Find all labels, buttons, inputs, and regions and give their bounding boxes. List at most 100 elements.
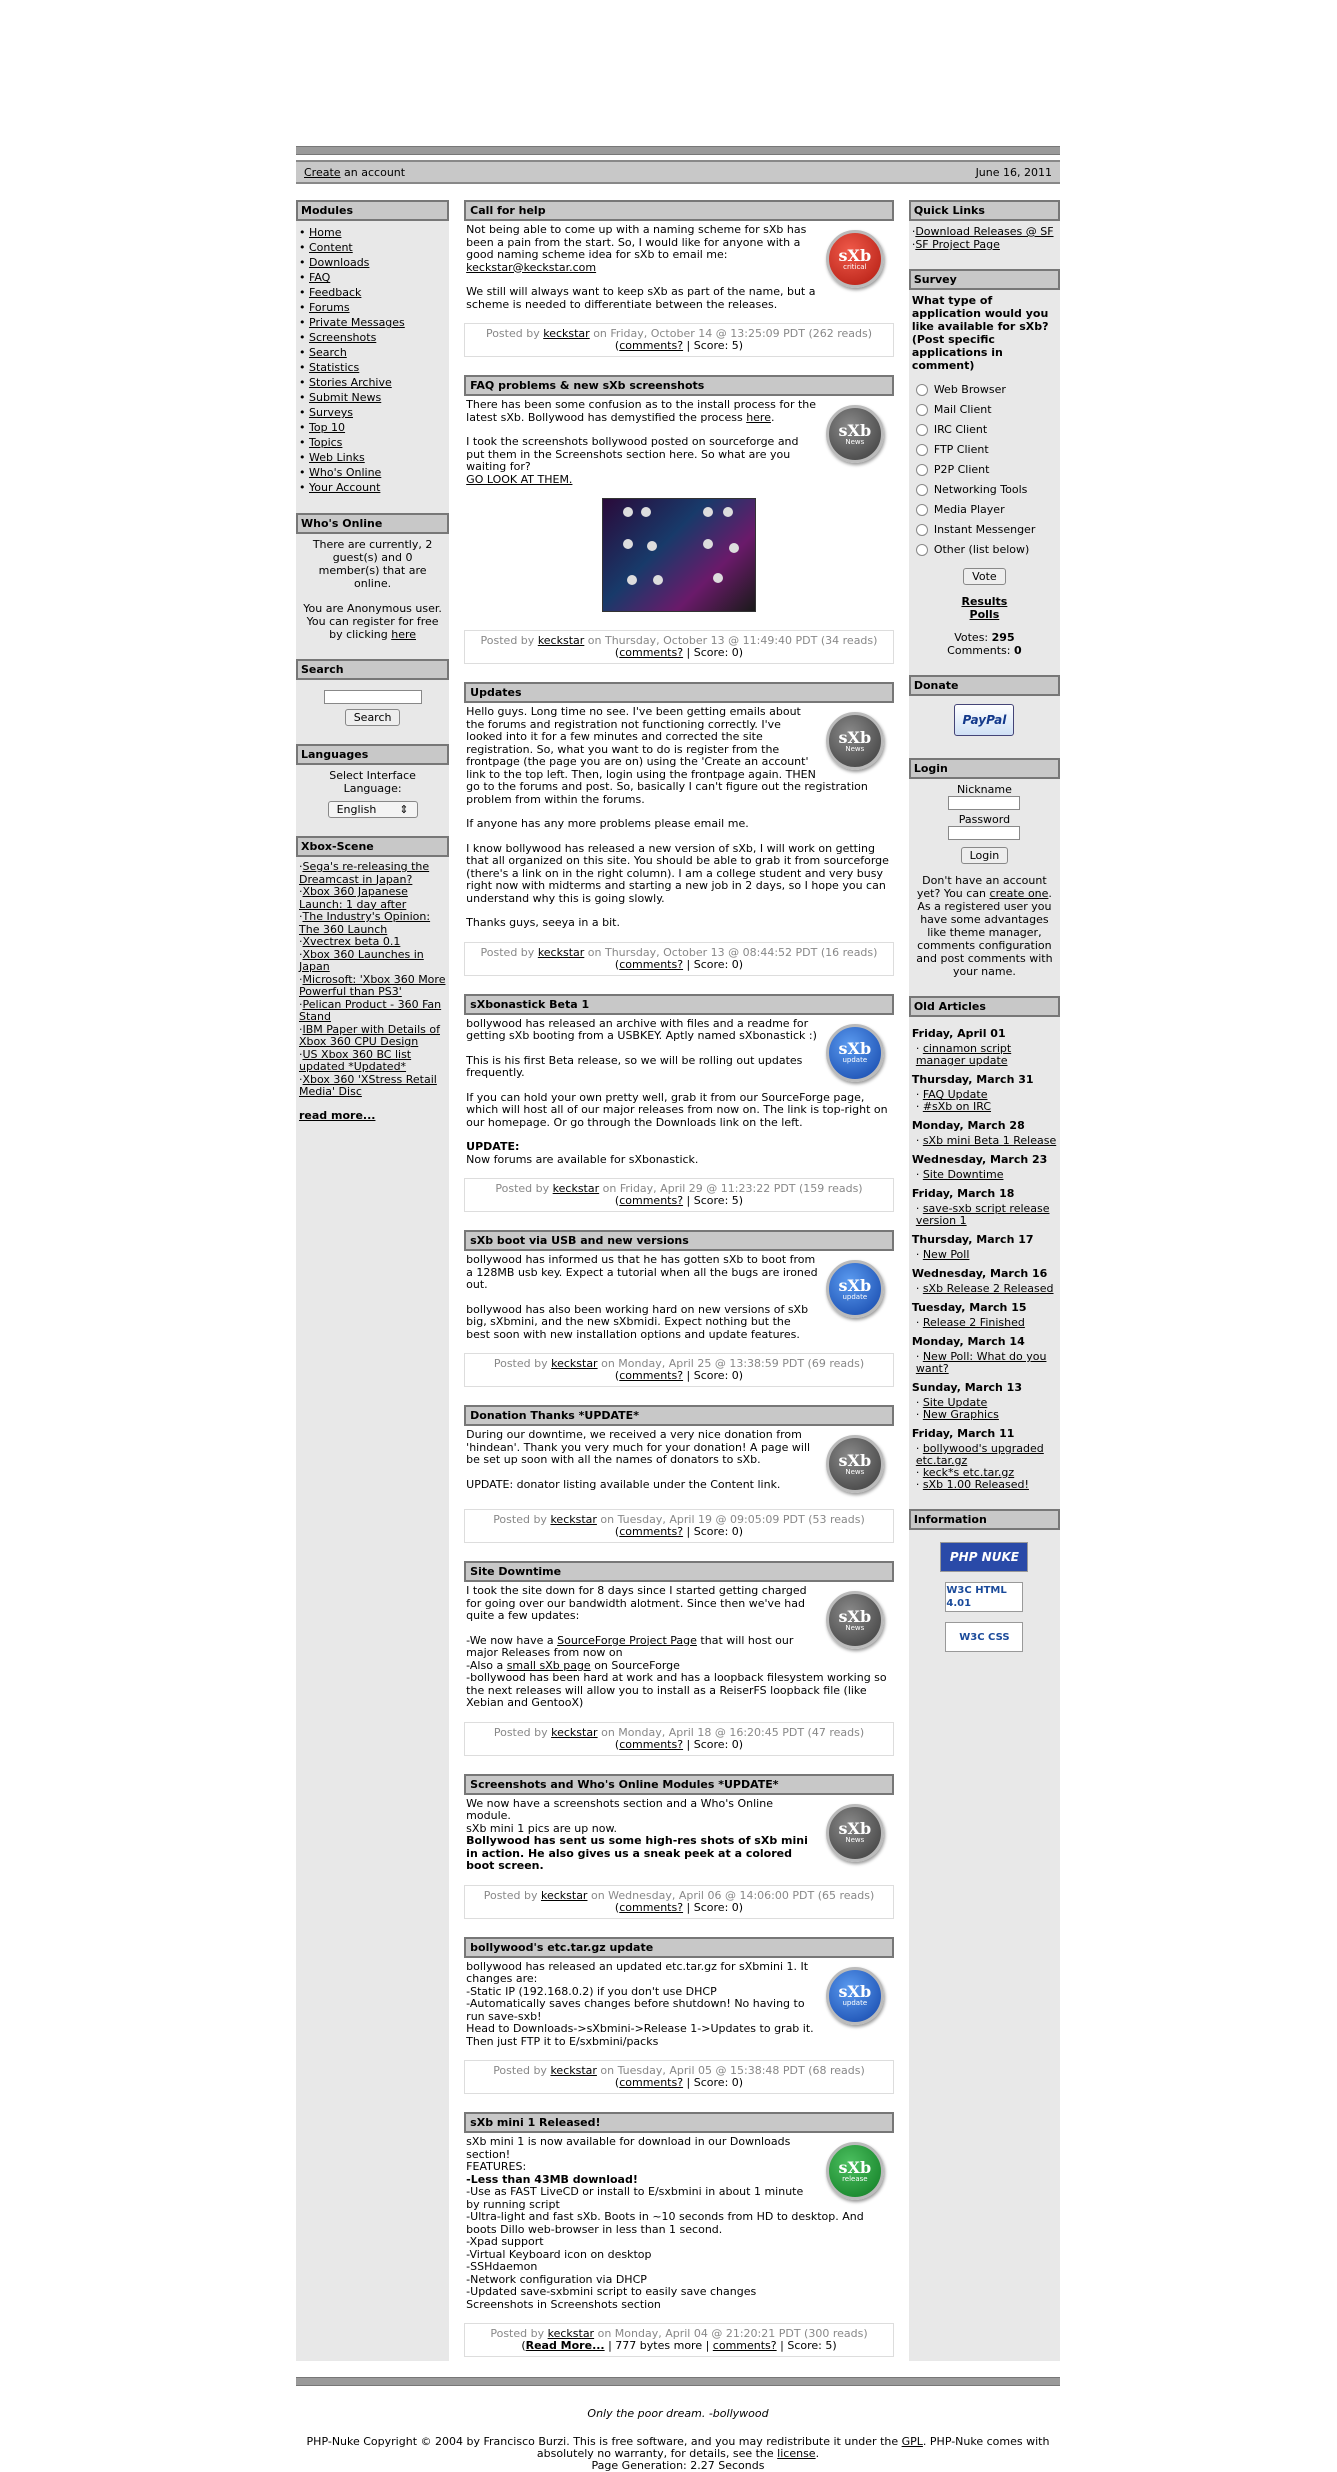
topic-update-icon[interactable]: sXb update [825,1260,884,1318]
comments-link[interactable]: comments? [619,1194,683,1207]
author-link[interactable]: keckstar [538,634,584,647]
vote-button[interactable]: Vote [963,568,1006,585]
radio-button[interactable] [915,444,928,456]
survey-option[interactable]: Mail Client [912,400,1057,420]
xbox-news-link[interactable]: US Xbox 360 BC list updated *Updated* [299,1048,411,1074]
module-link[interactable]: Surveys [309,406,353,419]
comments-link[interactable]: comments? [619,646,683,659]
comments-link[interactable]: comments? [619,1369,683,1382]
xbox-news-link[interactable]: Pelican Product - 360 Fan Stand [299,998,441,1024]
module-link[interactable]: Your Account [309,481,380,494]
topic-news-icon[interactable]: sXb News [825,1803,884,1862]
author-link[interactable]: keckstar [553,1182,599,1195]
old-article-link[interactable]: New Graphics [923,1408,999,1421]
old-article-link[interactable]: New Poll: What do you want? [916,1350,1047,1375]
author-link[interactable]: keckstar [550,2064,596,2077]
topic-news-icon[interactable]: sXb News [825,712,884,770]
old-article-link[interactable]: sXb 1.00 Released! [923,1478,1029,1491]
phpnuke-badge[interactable]: PHP NUKE [940,1542,1029,1572]
module-link[interactable]: Private Messages [309,316,405,329]
comments-link[interactable]: comments? [619,1525,683,1538]
quick-link-sf-project[interactable]: SF Project Page [915,238,1000,251]
topic-update-icon[interactable]: sXb update [825,1966,884,2025]
xbox-news-link[interactable]: The Industry's Opinion: The 360 Launch [299,910,430,936]
radio-button[interactable] [915,524,928,536]
survey-option[interactable]: Networking Tools [912,480,1057,500]
module-link[interactable]: Content [309,241,353,254]
xbox-news-link[interactable]: Xbox 360 Japanese Launch: 1 day after [299,885,408,911]
xbox-news-link[interactable]: Xbox 360 Launches in Japan [299,948,424,974]
survey-option[interactable]: Other (list below) [912,540,1057,560]
radio-button[interactable] [915,504,928,516]
read-more-link[interactable]: read more... [299,1109,375,1122]
license-link[interactable]: license [777,2447,815,2460]
w3c-html-badge[interactable]: W3C HTML 4.01 [945,1582,1024,1612]
comments-link[interactable]: comments? [713,2339,777,2352]
survey-option[interactable]: Instant Messenger [912,520,1057,540]
survey-option[interactable]: IRC Client [912,420,1057,440]
survey-option[interactable]: P2P Client [912,460,1057,480]
old-article-link[interactable]: sXb Release 2 Released [923,1282,1054,1295]
xbox-news-link[interactable]: Xvectrex beta 0.1 [303,935,401,948]
small-sxb-page-link[interactable]: small sXb page [507,1659,591,1672]
module-link[interactable]: Web Links [309,451,365,464]
search-input[interactable] [323,690,422,704]
module-link[interactable]: Top 10 [309,421,345,434]
author-link[interactable]: keckstar [551,1726,597,1739]
xbox-news-link[interactable]: Microsoft: 'Xbox 360 More Powerful than … [299,973,445,999]
module-link[interactable]: Search [309,346,347,359]
create-one-link[interactable]: create one [990,887,1049,900]
nickname-field[interactable] [948,796,1021,810]
xbox-news-link[interactable]: Sega's re-releasing the Dreamcast in Jap… [299,860,429,886]
module-link[interactable]: Submit News [309,391,381,404]
author-link[interactable]: keckstar [543,327,589,340]
radio-button[interactable] [915,544,928,556]
results-link[interactable]: Results [961,595,1007,608]
author-link[interactable]: keckstar [541,1889,587,1902]
paypal-donate-button[interactable]: PayPal [954,704,1015,736]
desktop-screenshot-image[interactable] [602,498,756,612]
password-field[interactable] [948,826,1021,840]
old-article-link[interactable]: sXb mini Beta 1 Release [923,1134,1056,1147]
comments-link[interactable]: comments? [619,958,683,971]
radio-button[interactable] [915,424,928,436]
old-article-link[interactable]: Site Downtime [923,1168,1004,1181]
author-link[interactable]: keckstar [550,1513,596,1526]
search-button[interactable]: Search [344,709,401,726]
old-article-link[interactable]: bollywood's upgraded etc.tar.gz [916,1442,1044,1467]
module-link[interactable]: Downloads [309,256,369,269]
register-link[interactable]: here [391,628,416,641]
topic-critical-icon[interactable]: sXb critical [825,230,884,288]
module-link[interactable]: Statistics [309,361,359,374]
sourceforge-project-link[interactable]: SourceForge Project Page [557,1634,697,1647]
email-link[interactable]: keckstar@keckstar.com [466,261,596,274]
create-account-link[interactable]: Create [304,166,341,179]
topic-news-icon[interactable]: sXb News [825,405,884,463]
quick-link-download[interactable]: Download Releases @ SF [915,225,1053,238]
old-article-link[interactable]: New Poll [923,1248,970,1261]
author-link[interactable]: keckstar [538,946,584,959]
module-link[interactable]: Who's Online [309,466,381,479]
gpl-link[interactable]: GPL [902,2435,923,2448]
survey-option[interactable]: FTP Client [912,440,1057,460]
author-link[interactable]: keckstar [551,1357,597,1370]
topic-release-icon[interactable]: sXb release [825,2142,884,2200]
comments-link[interactable]: comments? [619,339,683,352]
screenshots-link[interactable]: GO LOOK AT THEM. [466,473,572,486]
module-link[interactable]: Stories Archive [309,376,392,389]
faq-here-link[interactable]: here [746,411,771,424]
comments-link[interactable]: comments? [619,1738,683,1751]
old-article-link[interactable]: cinnamon script manager update [916,1042,1011,1067]
old-article-link[interactable]: Release 2 Finished [923,1316,1025,1329]
polls-link[interactable]: Polls [970,608,1000,621]
xbox-news-link[interactable]: IBM Paper with Details of Xbox 360 CPU D… [299,1023,440,1049]
comments-link[interactable]: comments? [619,2076,683,2089]
survey-option[interactable]: Media Player [912,500,1057,520]
w3c-css-badge[interactable]: W3C CSS [945,1622,1024,1652]
old-article-link[interactable]: #sXb on IRC [923,1100,991,1113]
topic-update-icon[interactable]: sXb update [825,1023,884,1082]
read-more-link[interactable]: Read More... [526,2339,605,2352]
radio-button[interactable] [915,484,928,496]
xbox-news-link[interactable]: Xbox 360 'XStress Retail Media' Disc [299,1073,437,1099]
module-link[interactable]: Topics [309,436,342,449]
